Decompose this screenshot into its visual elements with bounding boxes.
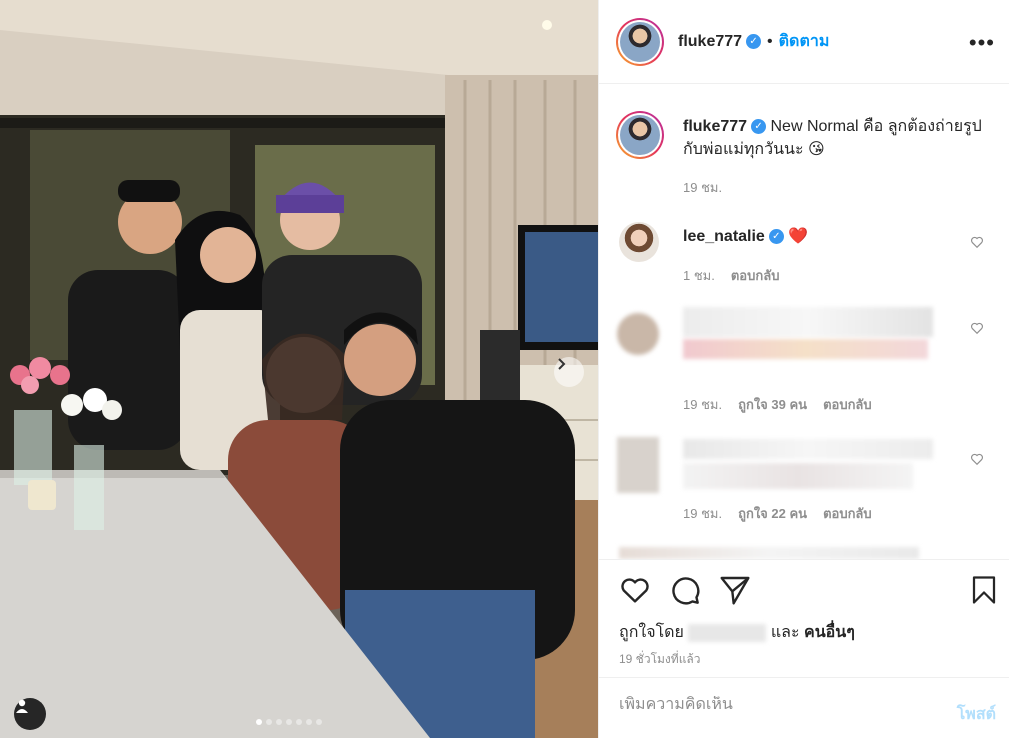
- follow-button[interactable]: ติดตาม: [779, 29, 830, 54]
- post-actions: ถูกใจโดย และ คนอื่นๆ 19 ชั่วโมงที่แล้ว: [599, 559, 1009, 677]
- commenter-username[interactable]: lee_natalie: [683, 228, 765, 245]
- blurred-comment-text: [683, 439, 933, 459]
- likes-summary: ถูกใจโดย และ คนอื่นๆ: [619, 620, 855, 645]
- reply-button[interactable]: ตอบกลับ: [823, 397, 872, 412]
- comment-icon[interactable]: [669, 574, 701, 606]
- slide-dot: [306, 719, 312, 725]
- commenter-avatar[interactable]: [619, 222, 659, 262]
- caption-text-block: fluke777 ✓ New Normal คือ ลูกต้องถ่ายรูปก…: [683, 115, 983, 161]
- blurred-liker-name[interactable]: [688, 623, 767, 642]
- reply-button[interactable]: ตอบกลับ: [731, 268, 780, 283]
- slide-dot: [286, 719, 292, 725]
- comment-text: ❤️: [788, 228, 809, 245]
- caption-username[interactable]: fluke777: [683, 118, 747, 135]
- liked-by-others-link[interactable]: คนอื่นๆ: [804, 624, 855, 641]
- slide-indicator: [256, 719, 322, 725]
- separator-dot: •: [767, 32, 773, 50]
- slide-dot: [266, 719, 272, 725]
- blurred-comment-text: [619, 547, 919, 559]
- user-tag-button[interactable]: [14, 698, 46, 730]
- slide-dot: [296, 719, 302, 725]
- heart-icon[interactable]: [970, 321, 984, 335]
- blurred-comment-text: [683, 307, 933, 337]
- user-tag-icon: [16, 699, 28, 713]
- author-username[interactable]: fluke777: [678, 33, 742, 51]
- caption-avatar[interactable]: [616, 111, 664, 159]
- post-side-panel: fluke777 ✓ • ติดตาม ••• fluke777 ✓ New No…: [598, 0, 1009, 738]
- comment-time[interactable]: 19 ชม.: [683, 506, 722, 521]
- slide-dot: [316, 719, 322, 725]
- verified-icon: ✓: [746, 34, 762, 49]
- commenter-avatar[interactable]: [617, 313, 659, 355]
- comment-meta: 19 ชม. ถูกใจ 22 คน ตอบกลับ: [683, 503, 872, 524]
- slide-dot: [256, 719, 262, 725]
- post-photo[interactable]: [0, 0, 598, 738]
- comment-meta: 19 ชม. ถูกใจ 39 คน ตอบกลับ: [683, 394, 872, 415]
- family-photo-illustration: [0, 0, 598, 738]
- comment-time[interactable]: 19 ชม.: [683, 397, 722, 412]
- comment-time[interactable]: 1 ชม.: [683, 268, 715, 283]
- verified-icon: ✓: [768, 229, 784, 245]
- heart-icon[interactable]: [970, 235, 984, 249]
- comment-likes[interactable]: ถูกใจ 39 คน: [738, 397, 807, 412]
- slide-dot: [276, 719, 282, 725]
- comment-1: lee_natalie ✓ ❤️: [683, 226, 808, 246]
- comment-input[interactable]: [619, 696, 919, 714]
- liked-by-prefix: ถูกใจโดย: [619, 624, 684, 641]
- comment-likes[interactable]: ถูกใจ 22 คน: [738, 506, 807, 521]
- reply-button[interactable]: ตอบกลับ: [823, 506, 872, 521]
- more-icon[interactable]: •••: [969, 30, 995, 56]
- bookmark-icon[interactable]: [969, 574, 999, 606]
- post-comment-button[interactable]: โพสต์: [957, 702, 996, 727]
- verified-icon: ✓: [751, 119, 767, 135]
- post-header: fluke777 ✓ • ติดตาม •••: [599, 0, 1009, 84]
- share-icon[interactable]: [719, 574, 751, 606]
- blurred-comment-text: [683, 463, 913, 489]
- commenter-avatar[interactable]: [617, 437, 659, 493]
- comment-meta: 1 ชม. ตอบกลับ: [683, 265, 779, 286]
- comments-list[interactable]: fluke777 ✓ New Normal คือ ลูกต้องถ่ายรูปก…: [599, 85, 1009, 559]
- blurred-comment-text: [683, 339, 928, 359]
- post-timestamp[interactable]: 19 ชั่วโมงที่แล้ว: [619, 650, 701, 669]
- heart-icon[interactable]: [619, 574, 651, 606]
- next-slide-button[interactable]: [554, 357, 584, 387]
- author-avatar[interactable]: [616, 17, 664, 66]
- chevron-right-icon: [558, 358, 566, 370]
- liked-by-and: และ: [770, 624, 800, 641]
- add-comment-bar: โพสต์: [599, 677, 1009, 738]
- heart-icon[interactable]: [970, 452, 984, 466]
- caption-time[interactable]: 19 ชม.: [683, 177, 763, 198]
